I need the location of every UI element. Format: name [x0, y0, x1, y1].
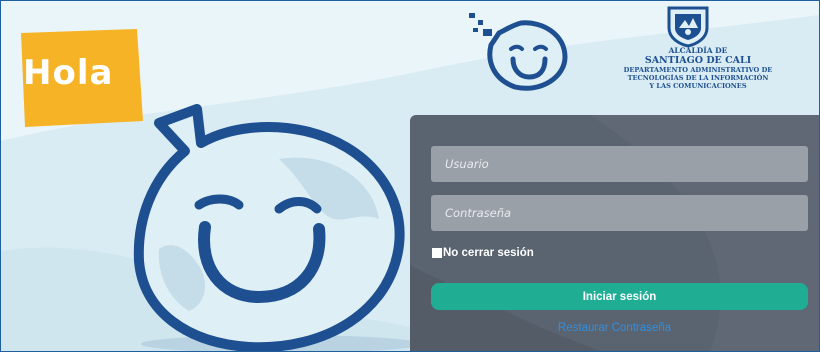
login-button[interactable]: Iniciar sesión: [431, 283, 808, 310]
org-line-3: DEPARTAMENTO ADMINISTRATIVO DE: [623, 66, 773, 74]
water-drop-logo-icon: [469, 13, 568, 91]
checkbox-icon[interactable]: [432, 248, 442, 258]
org-line-5: Y LAS COMUNICACIONES: [649, 82, 747, 90]
hola-text: Hola: [23, 53, 114, 93]
remember-me[interactable]: No cerrar sesión: [432, 247, 534, 259]
login-panel: Usuario Contraseña No cerrar sesión Inic…: [410, 115, 819, 351]
organization-name: ALCALDÍA DE SANTIAGO DE CALI DEPARTAMENT…: [589, 46, 807, 91]
org-line-2: SANTIAGO DE CALI: [644, 55, 752, 66]
coat-of-arms-icon: [667, 6, 709, 48]
org-line-4: TECNOLOGÍAS DE LA INFORMACIÓN: [627, 74, 769, 82]
login-page: Hola ALCALDÍA DE SANTIAGO DE CALI DEPART…: [0, 0, 820, 352]
water-drop-mascot-icon: [133, 104, 405, 351]
password-input[interactable]: Contraseña: [431, 195, 808, 231]
remember-label: No cerrar sesión: [443, 247, 534, 259]
username-input[interactable]: Usuario: [431, 146, 808, 182]
org-line-1: ALCALDÍA DE: [668, 46, 728, 55]
restore-password-link[interactable]: Restaurar Contraseña: [410, 322, 819, 334]
